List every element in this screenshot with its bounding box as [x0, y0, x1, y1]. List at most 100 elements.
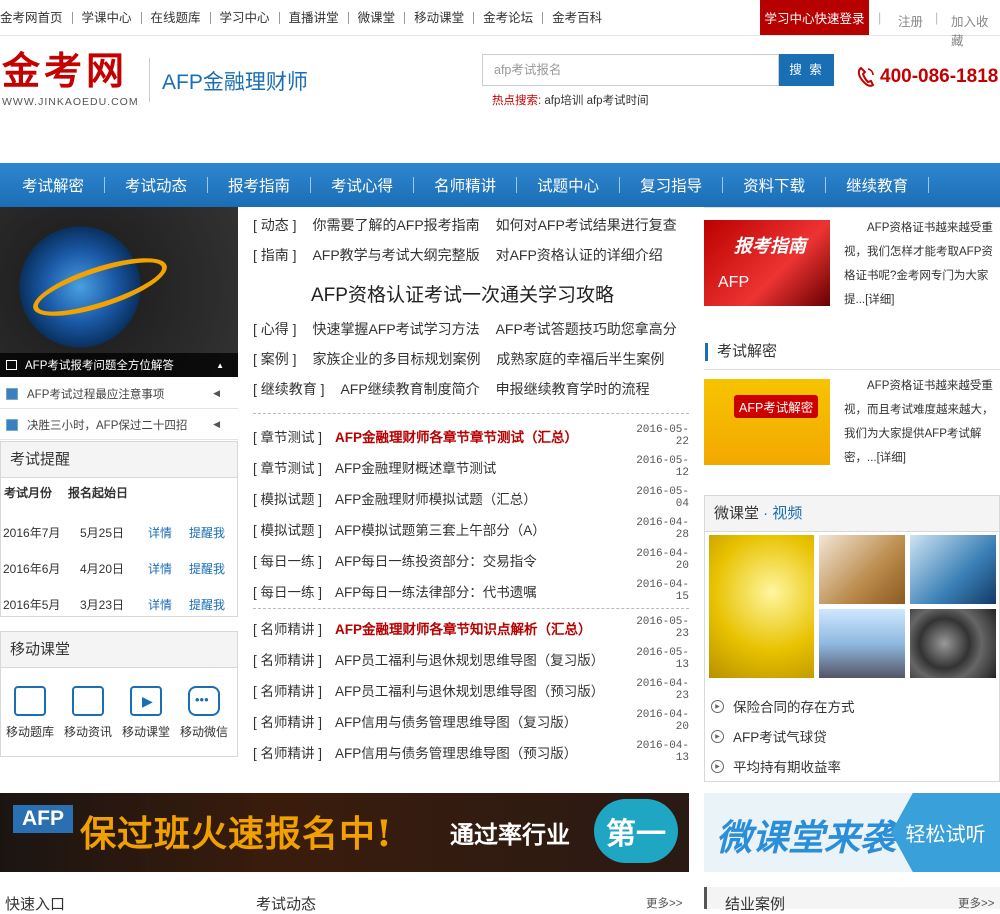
article-link[interactable]: 快速掌握AFP考试学习方法	[312, 321, 479, 337]
add-favorite-link[interactable]: 加入收藏	[951, 11, 1000, 49]
search-input[interactable]: afp考试报名	[482, 54, 779, 86]
category-label[interactable]: [ 继续教育 ]	[253, 381, 325, 397]
news-title[interactable]: AFP金融理财师各章节知识点解析（汇总）	[335, 618, 627, 638]
remind-me-link[interactable]: 提醒我	[189, 596, 225, 613]
top-nav-item[interactable]: 学习中心	[220, 12, 280, 24]
secret-summary[interactable]: AFP资格证书越来越受重视，而且考试难度越来越大，我们为大家提供AFP考试解密，…	[844, 374, 1000, 470]
news-item[interactable]: [ 模拟试题 ] AFP金融理财师模拟试题（汇总） 2016-05-04	[253, 486, 689, 510]
left-link-item[interactable]: 决胜三小时，AFP保过二十四招 ◀	[0, 410, 238, 440]
news-title[interactable]: AFP信用与债务管理思维导图（预习版）	[335, 742, 627, 762]
nav-item[interactable]: 试题中心	[537, 174, 599, 196]
site-logo[interactable]: 金考网 WWW.JINKAOEDU.COM	[2, 50, 139, 108]
search-button[interactable]: 搜 索	[779, 54, 834, 86]
news-item[interactable]: [ 模拟试题 ] AFP模拟试题第三套上午部分（A） 2016-04-28	[253, 517, 689, 541]
news-title[interactable]: AFP员工福利与退休规划思维导图（复习版）	[335, 649, 627, 669]
remind-me-link[interactable]: 提醒我	[189, 524, 225, 541]
nav-item[interactable]: 复习指导	[640, 174, 702, 196]
top-nav-item[interactable]: 金考论坛	[483, 12, 544, 24]
article-link[interactable]: 家族企业的多目标规划案例	[312, 351, 480, 367]
news-title[interactable]: AFP金融理财师模拟试题（汇总）	[335, 488, 627, 508]
play-icon: ▶	[711, 729, 724, 743]
news-title[interactable]: AFP金融理财概述章节测试	[335, 457, 627, 477]
micro-class-banner[interactable]: 微课堂来袭 轻松试听	[704, 793, 1000, 872]
news-item[interactable]: [ 每日一练 ] AFP每日一练投资部分：交易指令 2016-04-20	[253, 548, 689, 572]
mobile-news-icon[interactable]	[72, 686, 104, 716]
news-item[interactable]: [ 章节测试 ] AFP金融理财概述章节测试 2016-05-12	[253, 455, 689, 479]
article-link[interactable]: 申报继续教育学时的流程	[496, 381, 650, 397]
remind-me-link[interactable]: 提醒我	[189, 560, 225, 577]
news-item[interactable]: [ 章节测试 ] AFP金融理财师各章节章节测试（汇总） 2016-05-22	[253, 424, 689, 448]
nav-item[interactable]: 报考指南	[228, 174, 290, 196]
guide-summary[interactable]: AFP资格证书越来越受重视，我们怎样才能考取AFP资格证书呢?金考网专门为大家提…	[844, 216, 1000, 312]
nav-item[interactable]: 考试解密	[22, 174, 84, 196]
news-item[interactable]: [ 每日一练 ] AFP每日一练法律部分：代书遗嘱 2016-04-15	[253, 579, 689, 603]
video-thumbnail[interactable]	[819, 535, 905, 604]
secret-image[interactable]: AFP考试解密	[704, 379, 830, 465]
mobile-question-bank-icon[interactable]	[14, 686, 46, 716]
hot-search-links[interactable]: afp培训 afp考试时间	[544, 95, 648, 107]
top-nav-item[interactable]: 学课中心	[82, 12, 142, 24]
video-thumbnail[interactable]	[910, 535, 996, 604]
nav-item[interactable]: 考试心得	[331, 174, 393, 196]
register-link[interactable]: 注册	[898, 11, 923, 30]
micro-link[interactable]: ▶ 保险合同的存在方式	[711, 696, 855, 716]
top-nav-item[interactable]: 金考网首页	[0, 12, 73, 24]
category-label[interactable]: [ 动态 ]	[253, 217, 297, 233]
article-link[interactable]: AFP继续教育制度简介	[340, 381, 479, 397]
mobile-item-label[interactable]: 移动微信	[176, 723, 232, 740]
nav-item[interactable]: 名师精讲	[434, 174, 496, 196]
article-link[interactable]: 如何对AFP考试结果进行复查	[496, 217, 677, 233]
news-title[interactable]: AFP金融理财师各章节章节测试（汇总）	[335, 426, 627, 446]
news-title[interactable]: AFP模拟试题第三套上午部分（A）	[335, 519, 627, 539]
top-nav-item[interactable]: 在线题库	[151, 12, 211, 24]
video-thumbnail[interactable]	[709, 535, 814, 678]
article-link[interactable]: AFP考试答题技巧助您拿高分	[496, 321, 677, 337]
article-link[interactable]: AFP教学与考试大纲完整版	[312, 247, 479, 263]
news-title[interactable]: AFP每日一练投资部分：交易指令	[335, 550, 627, 570]
mobile-item-label[interactable]: 移动资讯	[60, 723, 116, 740]
news-item[interactable]: [ 名师精讲 ] AFP信用与债务管理思维导图（复习版） 2016-04-20	[253, 709, 689, 733]
globe-ring	[27, 246, 173, 328]
trial-listen-button[interactable]: 轻松试听	[891, 793, 1000, 872]
micro-link[interactable]: ▶ 平均持有期收益率	[711, 756, 841, 776]
top-nav-item[interactable]: 移动课堂	[414, 12, 475, 24]
category-label[interactable]: [ 指南 ]	[253, 247, 297, 263]
mobile-item-label[interactable]: 移动课堂	[118, 723, 174, 740]
article-link[interactable]: 你需要了解的AFP报考指南	[312, 217, 479, 233]
nav-item[interactable]: 资料下载	[743, 174, 805, 196]
detail-link[interactable]: 详情	[148, 524, 189, 541]
detail-link[interactable]: 详情	[148, 560, 189, 577]
guide-image[interactable]: 报考指南 AFP	[704, 220, 830, 306]
video-tab[interactable]: 视频	[772, 505, 802, 522]
news-item[interactable]: [ 名师精讲 ] AFP金融理财师各章节知识点解析（汇总） 2016-05-23	[253, 616, 689, 640]
mobile-item-label[interactable]: 移动题库	[2, 723, 58, 740]
article-link[interactable]: 对AFP资格认证的详细介绍	[496, 247, 663, 263]
nav-item[interactable]: 考试动态	[125, 174, 187, 196]
video-thumbnail[interactable]	[819, 609, 905, 678]
news-title[interactable]: AFP信用与债务管理思维导图（复习版）	[335, 711, 627, 731]
news-title[interactable]: AFP员工福利与退休规划思维导图（预习版）	[335, 680, 627, 700]
top-nav-item[interactable]: 直播讲堂	[289, 12, 349, 24]
headline-link[interactable]: AFP资格认证考试一次通关学习攻略	[311, 280, 614, 307]
quick-login-button[interactable]: 学习中心快速登录	[760, 0, 869, 35]
micro-link[interactable]: ▶ AFP考试气球贷	[711, 726, 827, 746]
category-label[interactable]: [ 心得 ]	[253, 321, 297, 337]
article-link[interactable]: 成熟家庭的幸福后半生案例	[496, 351, 664, 367]
top-nav-item[interactable]: 金考百科	[552, 12, 611, 25]
logo-url: WWW.JINKAOEDU.COM	[2, 96, 139, 108]
nav-item[interactable]: 继续教育	[846, 174, 908, 196]
micro-title[interactable]: 微课堂	[714, 505, 759, 522]
video-thumbnail[interactable]	[910, 609, 996, 678]
promo-banner[interactable]: AFP 保过班火速报名中! 通过率行业 第一	[0, 793, 689, 872]
mobile-video-icon[interactable]: ▶	[130, 686, 162, 716]
news-item[interactable]: [ 名师精讲 ] AFP信用与债务管理思维导图（预习版） 2016-04-13	[253, 740, 689, 764]
news-item[interactable]: [ 名师精讲 ] AFP员工福利与退休规划思维导图（预习版） 2016-04-23	[253, 678, 689, 702]
top-nav-item[interactable]: 微课堂	[358, 12, 406, 24]
left-link-item[interactable]: AFP考试过程最应注意事项 ◀	[0, 379, 238, 409]
mobile-wechat-icon[interactable]: •••	[188, 686, 220, 716]
news-title[interactable]: AFP每日一练法律部分：代书遗嘱	[335, 581, 627, 601]
news-item[interactable]: [ 名师精讲 ] AFP员工福利与退休规划思维导图（复习版） 2016-05-13	[253, 647, 689, 671]
category-label[interactable]: [ 案例 ]	[253, 351, 297, 367]
left-banner[interactable]: AFP考试报考问题全方位解答 ▲	[0, 207, 238, 377]
detail-link[interactable]: 详情	[148, 596, 189, 613]
